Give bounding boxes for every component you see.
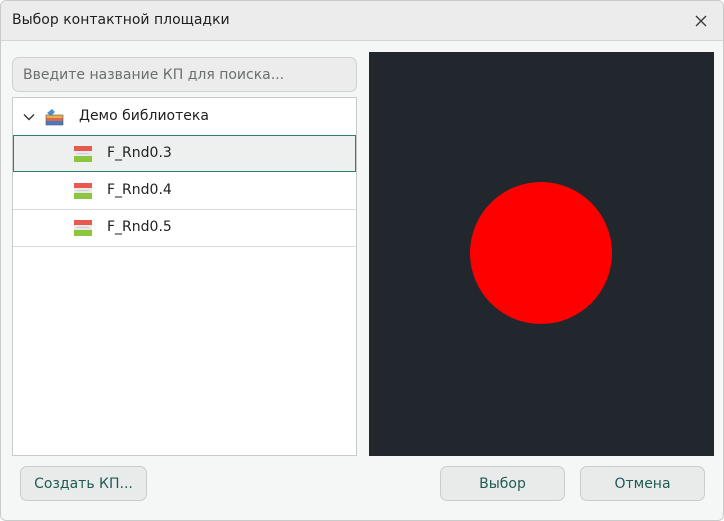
tree-root-label: Демо библиотека (79, 108, 209, 124)
chevron-down-icon[interactable] (22, 110, 36, 124)
tree-item[interactable]: F_Rnd0.5 (13, 209, 356, 247)
title-bar: Выбор контактной площадки (1, 1, 723, 41)
pad-item-icon (74, 183, 92, 199)
search-input[interactable] (13, 58, 356, 91)
search-field[interactable] (12, 57, 357, 92)
pad-item-icon (74, 146, 92, 162)
pad-item-icon (74, 220, 92, 236)
preview-canvas (470, 182, 612, 324)
tree-item-label: F_Rnd0.5 (107, 219, 172, 235)
create-pad-button[interactable]: Создать КП... (20, 466, 147, 501)
tree-item-label: F_Rnd0.3 (107, 145, 172, 161)
pad-shape (470, 182, 612, 324)
pad-preview (369, 52, 714, 456)
tree-root-library[interactable]: Демо библиотека (13, 98, 356, 135)
tree-item[interactable]: F_Rnd0.4 (13, 172, 356, 210)
window-title: Выбор контактной площадки (12, 12, 230, 28)
tree-item[interactable]: F_Rnd0.3 (13, 135, 356, 172)
close-button[interactable] (689, 9, 713, 33)
cancel-button[interactable]: Отмена (580, 466, 705, 501)
row-divider (13, 246, 356, 247)
library-icon (45, 109, 64, 126)
tree-item-label: F_Rnd0.4 (107, 182, 172, 198)
close-icon (695, 15, 707, 27)
pad-tree[interactable]: Демо библиотека F_Rnd0.3 F_Rnd0.4 F_Rnd0… (12, 97, 357, 456)
select-button[interactable]: Выбор (440, 466, 565, 501)
pad-selection-dialog: Выбор контактной площадки Демо библиотек… (0, 0, 724, 521)
